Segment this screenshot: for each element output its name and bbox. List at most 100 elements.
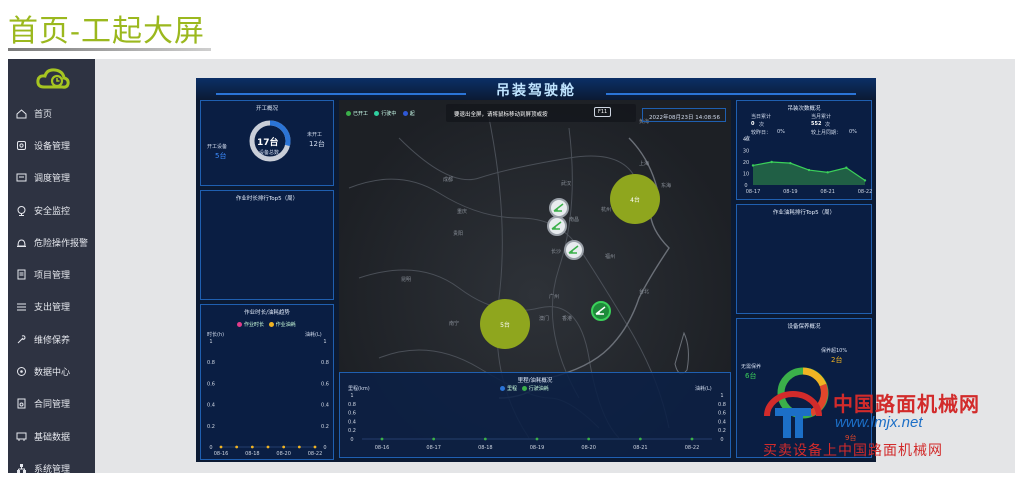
panel-work-hours-top5: 作业时长排行Top5（周） [200, 190, 334, 300]
sidebar-item-home[interactable]: 首页 [8, 97, 95, 129]
city-label: 东海 [661, 183, 672, 189]
sidebar-item-label: 调度管理 [34, 174, 71, 185]
city-label: 广州 [549, 294, 560, 300]
y-tick-left: 0.6 [348, 411, 356, 417]
device-cluster[interactable]: 4台 [610, 174, 660, 224]
crane-marker-icon[interactable] [547, 216, 567, 236]
vs-prev-month-value: 0% [849, 129, 857, 135]
project-icon [16, 269, 27, 280]
page-root: 首页-工起大屏 首页 设备管理 调度管理 安全监控 危险操作报警 项目管理 支出管理 维修保养… [0, 0, 1024, 482]
crane-marker-icon[interactable] [564, 240, 584, 260]
y-tick-left: 0 [350, 437, 353, 443]
lift-point [751, 164, 755, 167]
cluster-label: 5台 [500, 321, 510, 329]
panel-title: 设备保养概况 [787, 324, 821, 330]
fuel-point [380, 437, 384, 441]
data-center-icon [16, 366, 27, 377]
open-device-value: 5台 [215, 152, 227, 160]
y-tick-left: 0.4 [348, 419, 356, 425]
y-tick-right: 0.4 [321, 403, 329, 409]
panel-title: 作业油耗排行Top5（周） [772, 210, 836, 216]
fullscreen-hint: 要退出全屏，请将鼠标移动到屏顶或按 F11 [446, 104, 636, 122]
panel-title: 作业时长排行Top5（周） [235, 196, 299, 202]
panel-title: 作业时长/油耗趋势 [244, 310, 290, 316]
y-tick-right: 0 [323, 445, 326, 451]
sidebar-item-expense[interactable]: 支出管理 [8, 291, 95, 323]
work-trend-chart: 1 10.8 0.80.6 0.60.4 0.40.2 0.20 008-16 08-18 08… [207, 339, 329, 457]
datetime-text: 2022年08月23日 14:08:56 [649, 115, 720, 121]
sidebar-item-label: 首页 [34, 109, 53, 120]
city-label: 武汉 [561, 181, 572, 187]
device-icon [16, 140, 27, 151]
sidebar-item-alarm[interactable]: 危险操作报警 [8, 226, 95, 258]
y-tick-left: 1 [209, 339, 212, 345]
lift-point [789, 161, 792, 165]
city-label: 上海 [639, 161, 650, 167]
dashboard-title: 吊装驾驶舱 [496, 83, 576, 99]
yellow-dot-icon [268, 322, 274, 327]
x-tick: 08-22 [685, 445, 700, 451]
y-tick-left: 0.8 [207, 360, 215, 366]
panel-fuel-top5: 作业油耗排行Top5（周） [736, 204, 872, 314]
crane-marker-icon[interactable] [549, 198, 569, 218]
day-total-value: 0 [751, 121, 755, 127]
fuel-point [313, 445, 317, 449]
legend-label: 作业油耗 [275, 322, 296, 328]
y-tick-left: 0.2 [348, 428, 356, 434]
sidebar-item-label: 合同管理 [34, 400, 71, 411]
sidebar-item-base-data[interactable]: 基础数据 [8, 420, 95, 452]
sidebar-item-dispatch[interactable]: 调度管理 [8, 162, 95, 194]
day-total-label: 当日累计 [751, 114, 772, 120]
city-label: 杭州 [601, 207, 612, 213]
legend-label: 已开工 [353, 111, 369, 117]
device-cluster[interactable]: 5台 [480, 299, 530, 349]
x-tick: 08-18 [245, 451, 260, 457]
sidebar-item-label: 危险操作报警 [34, 238, 89, 249]
y-tick-right: 0.2 [718, 428, 726, 434]
fuel-point [587, 437, 591, 441]
legend-label: 起 [409, 111, 415, 117]
x-tick: 08-16 [375, 445, 390, 451]
y-tick: 10 [743, 172, 749, 178]
sidebar-item-contract[interactable]: 合同管理 [8, 388, 95, 420]
sidebar-item-maintenance[interactable]: 维修保养 [8, 323, 95, 355]
y-tick-right: 0.6 [321, 381, 329, 387]
vs-prev-month-label: 较上月同期： [811, 130, 842, 136]
title-underline [8, 48, 211, 51]
fuel-point [235, 445, 239, 449]
dashboard-title-bar: 吊装驾驶舱 [196, 78, 876, 100]
legend-item-open[interactable]: 已开工 [346, 111, 368, 117]
crane-marker-icon[interactable] [591, 301, 611, 321]
blue-dot-icon [402, 111, 408, 116]
panel-fuel-mileage: 里程/油耗概况 里程 行驶油耗 里程(km) 油耗(L) 1 1 0.8 0.8 0.6… [339, 372, 731, 458]
x-tick: 08-21 [633, 445, 648, 451]
x-tick: 08-17 [746, 189, 761, 195]
sidebar-item-monitor[interactable]: 安全监控 [8, 194, 95, 226]
y-tick-right: 0.4 [718, 419, 726, 425]
sidebar-item-device[interactable]: 设备管理 [8, 129, 95, 161]
watermark-url: www.lmjx.net [835, 414, 923, 431]
y-tick: 20 [743, 160, 749, 166]
watermark: 中国路面机械网 www.lmjx.net 买卖设备上中国路面机械网 [757, 382, 1017, 467]
x-tick: 08-22 [308, 451, 323, 457]
y-tick-right: 0.8 [321, 360, 329, 366]
city-label: 香港 [562, 316, 573, 322]
x-tick: 08-22 [858, 189, 873, 195]
legend-item-driving[interactable]: 行驶中 [374, 111, 396, 117]
y-tick-left: 0.8 [348, 402, 356, 408]
y-tick-left: 0.2 [207, 424, 215, 430]
y-tick: 30 [743, 149, 749, 155]
datetime-box: 2022年08月23日 14:08:56 [642, 108, 726, 122]
fuel-point [250, 445, 254, 449]
sidebar-item-project[interactable]: 项目管理 [8, 258, 95, 290]
sidebar-item-system[interactable]: 系统管理 [8, 452, 95, 482]
sidebar-item-data-center[interactable]: 数据中心 [8, 355, 95, 387]
device-total-value: 17台 [257, 138, 279, 148]
not-open-label: 未开工 [307, 132, 323, 138]
sidebar: 首页设备管理调度管理安全监控危险操作报警项目管理 支出管理 维修保养 数据中心合同管理… [8, 59, 95, 475]
legend-item-third[interactable]: 起 [402, 111, 415, 117]
cloud-clock-logo-icon [36, 68, 70, 89]
y-tick-left: 1 [350, 393, 353, 399]
x-tick: 08-18 [478, 445, 493, 451]
maintenance-due-label: 保养超10% [821, 348, 848, 354]
